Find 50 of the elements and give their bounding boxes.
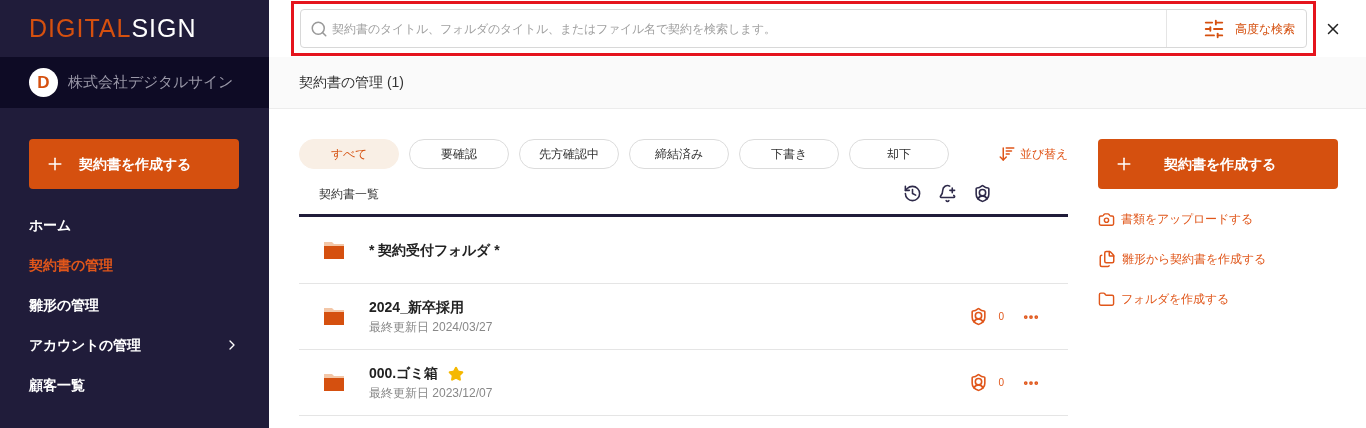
create-contract-button[interactable]: 契約書を作成する: [1098, 139, 1338, 189]
folder-icon: [323, 240, 345, 260]
folder-icon: [323, 307, 345, 326]
folder-name: 000.ゴミ箱: [369, 364, 439, 383]
filter-tab[interactable]: 却下: [849, 139, 949, 169]
shield-user-icon: [973, 184, 992, 203]
nav-item[interactable]: アカウントの管理: [29, 325, 240, 365]
action-link[interactable]: 書類をアップロードする: [1098, 209, 1338, 229]
filter-tab[interactable]: 要確認: [409, 139, 509, 169]
camera-icon: [1098, 210, 1115, 228]
nav-item[interactable]: 顧客一覧: [29, 365, 240, 405]
list-title: 契約書一覧: [319, 185, 379, 203]
company-name: 株式会社デジタルサイン: [68, 72, 233, 93]
sort-icon: [998, 145, 1016, 163]
search-icon: [310, 19, 328, 38]
logo-text: SIGN: [131, 12, 197, 44]
create-contract-button[interactable]: 契約書を作成する: [29, 139, 239, 189]
company-avatar: D: [29, 68, 58, 97]
action-link[interactable]: 雛形から契約書を作成する: [1098, 249, 1338, 269]
folder-row[interactable]: * 契約受付フォルダ *: [299, 217, 1068, 284]
folder-icon: [1098, 290, 1115, 308]
filter-tab[interactable]: 締結済み: [629, 139, 729, 169]
folder-row[interactable]: 2024_新卒採用 最終更新日 2024/03/27 0: [299, 284, 1068, 350]
logo-text: DIGITAL: [29, 12, 132, 44]
filter-tab[interactable]: すべて: [299, 139, 399, 169]
folder-name: 2024_新卒採用: [369, 298, 464, 317]
shield-count: 0: [998, 376, 1004, 390]
sliders-icon: [1203, 17, 1225, 40]
shield-user-icon: [969, 373, 989, 392]
breadcrumb: 契約書の管理 (1): [299, 73, 404, 92]
filter-tab[interactable]: 下書き: [739, 139, 839, 169]
nav-item[interactable]: 雛形の管理: [29, 285, 240, 325]
shield-count: 0: [998, 310, 1004, 324]
last-updated: 最終更新日 2024/03/27: [369, 319, 493, 336]
history-icon: [903, 184, 922, 203]
last-updated: 最終更新日 2023/12/07: [369, 385, 493, 402]
search-input[interactable]: 契約書のタイトル、フォルダのタイトル、またはファイル名で契約を検索します。: [332, 19, 1166, 38]
action-link[interactable]: フォルダを作成する: [1098, 289, 1338, 309]
folder-name: * 契約受付フォルダ *: [369, 240, 500, 260]
bell-plus-icon: [938, 184, 957, 203]
folder-icon: [323, 373, 345, 392]
sort-button[interactable]: 並び替え: [998, 145, 1068, 163]
nav-item[interactable]: 契約書の管理: [29, 245, 240, 285]
nav-item[interactable]: ホーム: [29, 205, 240, 245]
shield-user-icon: [969, 307, 989, 326]
advanced-search-button[interactable]: 高度な検索: [1166, 10, 1306, 47]
folder-row[interactable]: 000.ゴミ箱 最終更新日 2023/12/07 0: [299, 350, 1068, 416]
documents-icon: [1098, 250, 1116, 268]
filter-tab[interactable]: 先方確認中: [519, 139, 619, 169]
search-field[interactable]: 契約書のタイトル、フォルダのタイトル、またはファイル名で契約を検索します。 高度な検索: [300, 9, 1307, 48]
